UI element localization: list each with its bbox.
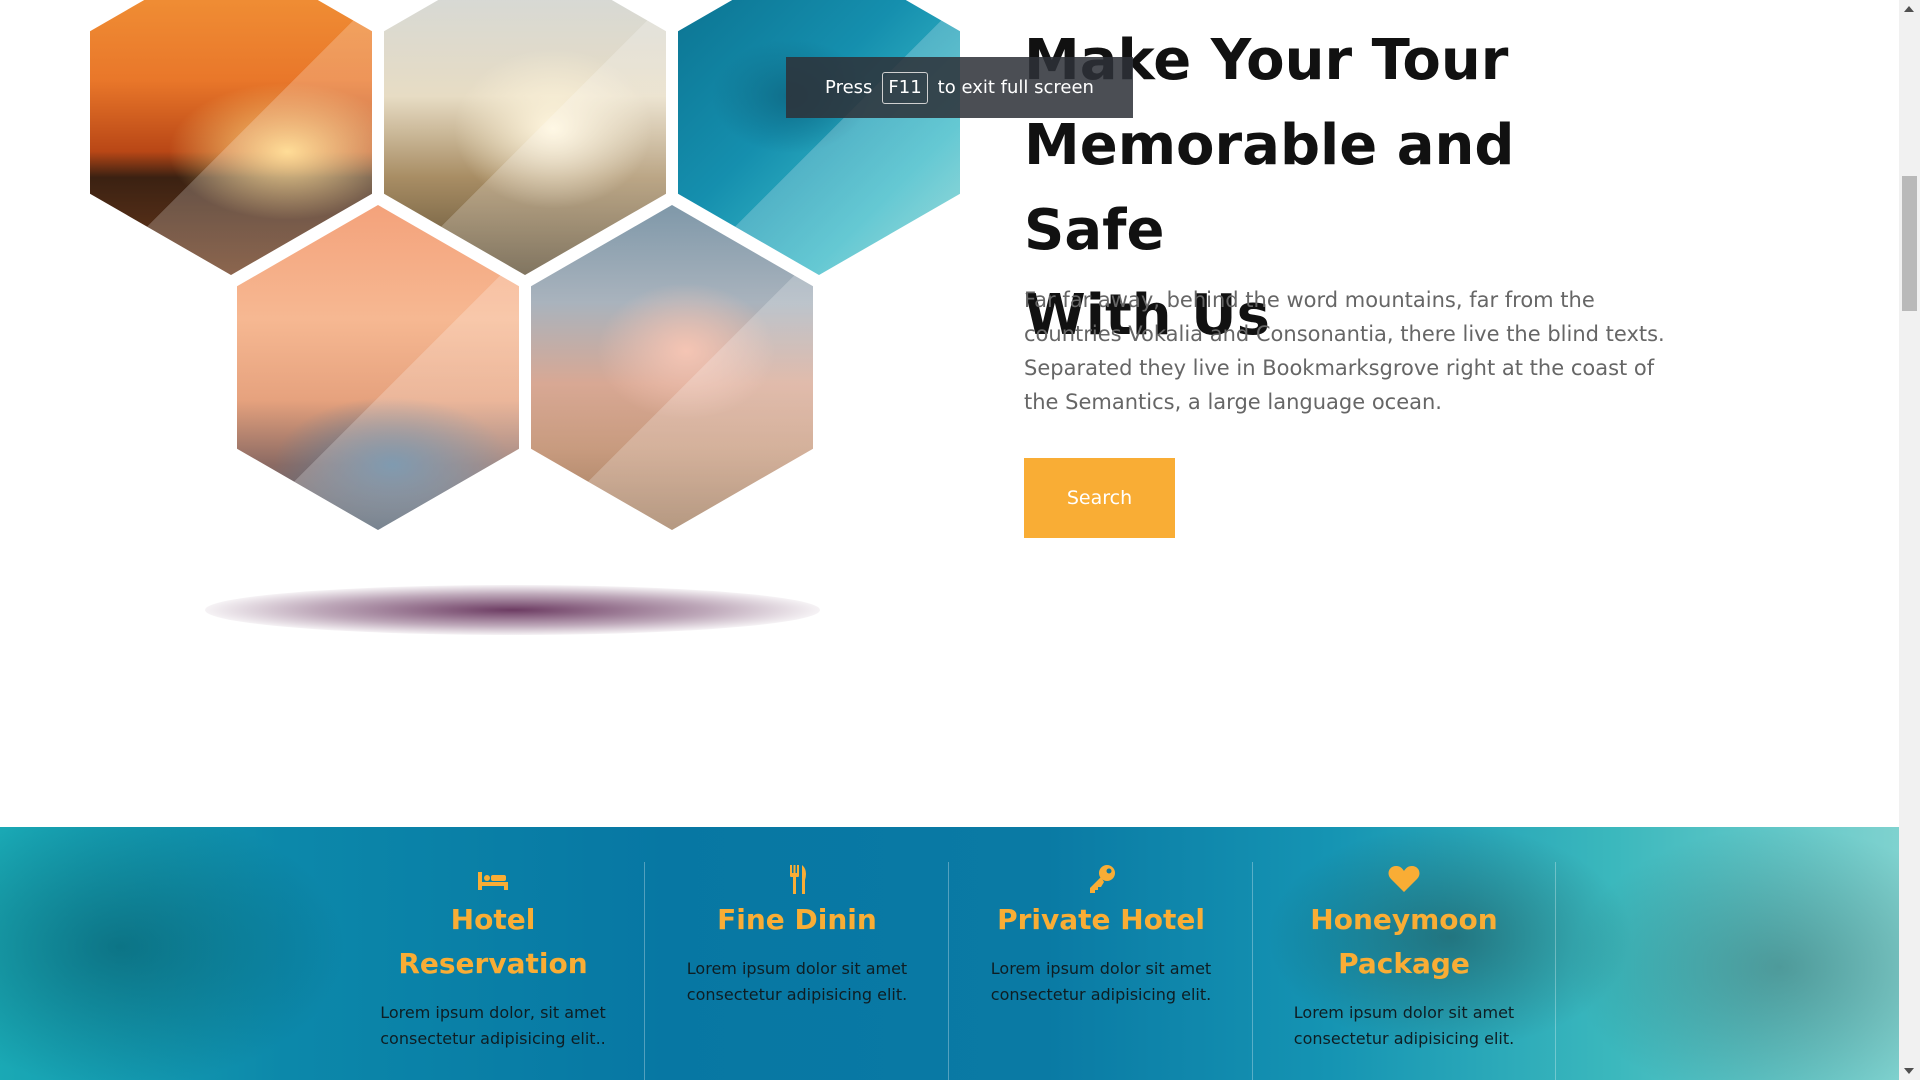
service-title: Private Hotel [997, 903, 1205, 936]
service-title: Honeymoon Package [1310, 903, 1498, 980]
gallery-shadow [205, 585, 820, 635]
service-title: Hotel Reservation [398, 903, 588, 980]
heart-icon [1388, 866, 1420, 892]
hero-description: Far far away, behind the word mountains,… [1024, 288, 1665, 414]
service-description: Lorem ipsum dolor sit amet consectetur a… [686, 959, 908, 1004]
service-private-hotel: Private Hotel Lorem ipsum dolor sit amet… [950, 862, 1253, 1080]
fullscreen-notice: Press F11 to exit full screen [786, 57, 1133, 118]
fullscreen-notice-rest: to exit full screen [937, 77, 1094, 98]
service-hotel-reservation: Hotel Reservation Lorem ipsum dolor, sit… [342, 862, 645, 1080]
page-scrollbar[interactable] [1899, 0, 1920, 1080]
service-description: Lorem ipsum dolor sit amet consectetur a… [990, 959, 1212, 1004]
hero-title-line: Memorable and Safe [1024, 113, 1515, 263]
bed-icon [478, 872, 508, 890]
service-honeymoon-package: Honeymoon Package Lorem ipsum dolor sit … [1253, 862, 1556, 1080]
utensils-icon [790, 865, 806, 894]
service-description: Lorem ipsum dolor sit amet consectetur a… [1293, 1003, 1515, 1048]
search-button[interactable]: Search [1024, 458, 1175, 538]
gallery-image-river-ghats [237, 205, 519, 530]
services-section: Hotel Reservation Lorem ipsum dolor, sit… [0, 827, 1899, 1080]
service-description: Lorem ipsum dolor, sit amet consectetur … [380, 1003, 606, 1048]
scroll-down-arrow-icon[interactable] [1904, 1068, 1914, 1074]
gallery-image-desert-mountains [531, 205, 813, 530]
scroll-up-arrow-icon[interactable] [1904, 6, 1914, 12]
key-icon [1090, 865, 1115, 893]
service-fine-dining: Fine Dinin Lorem ipsum dolor sit amet co… [646, 862, 949, 1080]
fullscreen-notice-press: Press [825, 77, 873, 98]
service-title: Fine Dinin [717, 903, 877, 936]
scrollbar-thumb[interactable] [1902, 176, 1917, 311]
fullscreen-notice-key: F11 [882, 71, 928, 104]
